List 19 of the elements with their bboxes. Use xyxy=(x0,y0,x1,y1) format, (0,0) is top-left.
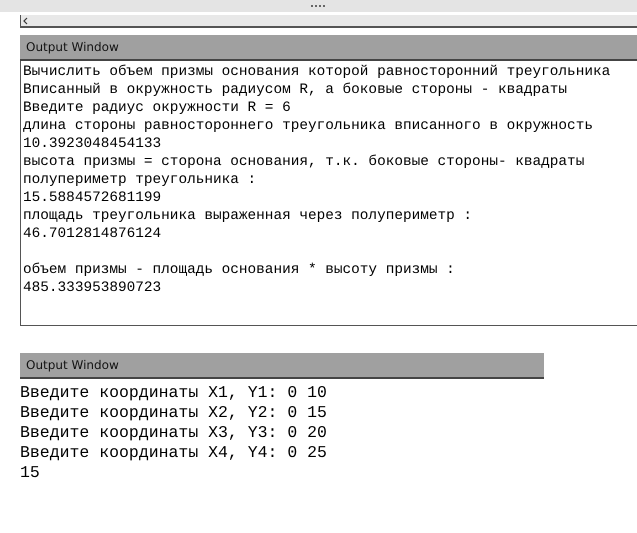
output-line: 15.5884572681199 xyxy=(23,190,162,206)
output-line: Введите радиус окружности R = 6 xyxy=(23,100,291,116)
output-line: площадь треугольника выраженная через полупериметр : xyxy=(23,208,472,224)
output-line: 15 xyxy=(20,463,40,482)
output-line: полупериметр треугольника : xyxy=(23,172,256,188)
window-title: Output Window xyxy=(20,35,637,61)
output-line: Вписанный в окружность радиусом R, а боковые стороны - квадраты xyxy=(23,82,568,98)
output-line: Введите координаты X1, Y1: 0 10 xyxy=(20,383,327,402)
output-line: высота призмы = сторона основания, т.к. боковые стороны- квадраты xyxy=(23,154,584,170)
window-title: Output Window xyxy=(20,353,544,379)
output-line: длина стороны равностороннего треугольника вписанного в окружность xyxy=(23,118,593,134)
output-line: 10.3923048454133 xyxy=(23,136,162,152)
output-line: Введите координаты X3, Y3: 0 20 xyxy=(20,423,327,442)
output-line: 485.333953890723 xyxy=(23,280,162,296)
output-line: Вычислить объем призмы основания которой равносторонний треугольника xyxy=(23,64,610,80)
output-line: Введите координаты X2, Y2: 0 15 xyxy=(20,403,327,422)
output-line: Введите координаты X4, Y4: 0 25 xyxy=(20,443,327,462)
output-line: объем призмы - площадь основания * высоту призмы : xyxy=(23,262,455,278)
output-line: 46.7012814876124 xyxy=(23,226,162,242)
